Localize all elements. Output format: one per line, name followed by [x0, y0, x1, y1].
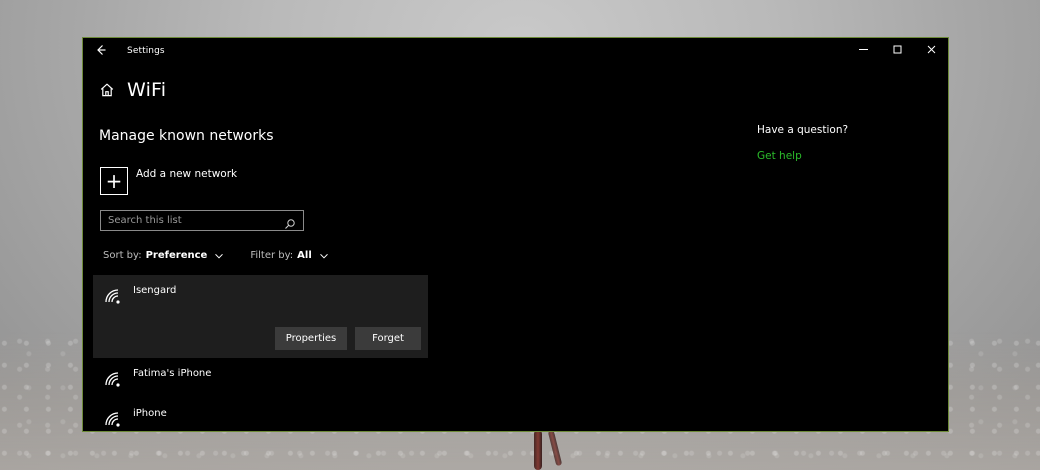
- maximize-button[interactable]: [880, 38, 914, 64]
- filter-by-label: Filter by:: [250, 250, 294, 261]
- chevron-down-icon: [319, 251, 329, 261]
- page-header: WiFi: [99, 79, 166, 101]
- add-network-label: Add a new network: [136, 168, 238, 180]
- filter-by-dropdown[interactable]: Filter by: All: [250, 250, 328, 261]
- properties-button[interactable]: Properties: [275, 327, 347, 350]
- minimize-button[interactable]: [846, 38, 880, 64]
- minimize-icon: [858, 44, 869, 58]
- back-button[interactable]: [83, 38, 119, 64]
- wifi-icon: [103, 370, 125, 392]
- close-button[interactable]: [914, 38, 948, 64]
- add-network-button[interactable]: + Add a new network: [100, 167, 237, 195]
- help-panel: Have a question? Get help: [757, 124, 937, 163]
- window-controls: [846, 38, 948, 64]
- close-icon: [926, 44, 937, 58]
- plus-icon: +: [100, 167, 128, 195]
- home-icon[interactable]: [99, 82, 115, 98]
- settings-window: Settings WiFi Manage known networks + Ad…: [82, 37, 949, 432]
- section-title: Manage known networks: [99, 128, 274, 144]
- get-help-link[interactable]: Get help: [757, 150, 802, 162]
- network-item-fatimas-iphone[interactable]: Fatima's iPhone: [93, 358, 428, 398]
- plus-symbol: +: [105, 169, 123, 193]
- network-item-isengard[interactable]: Isengard Properties Forget: [93, 275, 428, 358]
- chevron-down-icon: [214, 251, 224, 261]
- window-title: Settings: [127, 46, 165, 56]
- sort-by-dropdown[interactable]: Sort by: Preference: [103, 250, 224, 261]
- known-networks-list: Isengard Properties Forget Fatima's iPho…: [93, 275, 428, 438]
- title-bar: Settings: [83, 38, 948, 64]
- background-plant-stem: [534, 430, 542, 470]
- wifi-icon: [103, 287, 125, 309]
- settings-content: WiFi Manage known networks + Add a new n…: [83, 64, 948, 431]
- forget-button[interactable]: Forget: [355, 327, 421, 350]
- network-name: Isengard: [133, 285, 177, 296]
- network-name: Fatima's iPhone: [133, 368, 212, 379]
- sort-by-label: Sort by:: [103, 250, 142, 261]
- network-item-iphone[interactable]: iPhone: [93, 398, 428, 438]
- sort-by-value: Preference: [145, 250, 208, 261]
- search-box[interactable]: [100, 210, 304, 231]
- filters-row: Sort by: Preference Filter by: All: [103, 250, 329, 261]
- network-name: iPhone: [133, 408, 167, 419]
- page-title: WiFi: [127, 79, 167, 101]
- search-icon[interactable]: [284, 215, 296, 229]
- wifi-icon: [103, 410, 125, 432]
- maximize-icon: [892, 44, 903, 58]
- back-arrow-icon: [95, 44, 107, 59]
- filter-by-value: All: [297, 250, 312, 261]
- search-input[interactable]: [108, 215, 284, 226]
- network-actions: Properties Forget: [275, 327, 421, 350]
- help-title: Have a question?: [757, 124, 849, 136]
